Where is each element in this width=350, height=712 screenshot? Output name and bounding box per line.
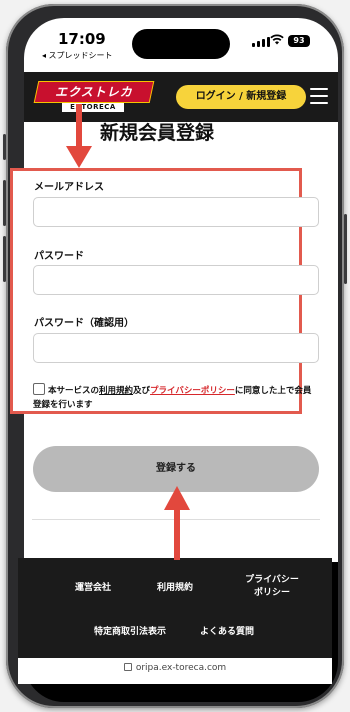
logo-wordmark: エクストレカ xyxy=(33,81,155,103)
login-register-button[interactable]: ログイン / 新規登録 xyxy=(176,85,306,109)
annotation-arrow-up xyxy=(164,486,190,560)
footer-link-faq[interactable]: よくある質問 xyxy=(184,624,270,637)
agreement-and: 及び xyxy=(133,386,151,396)
status-time: 17:09 xyxy=(58,30,106,48)
agreement-prefix: 本サービスの xyxy=(48,386,100,396)
page-title: 新規会員登録 xyxy=(99,122,214,144)
cellular-signal-icon xyxy=(252,37,270,47)
browser-address-bar[interactable]: oripa.ex-toreca.com xyxy=(18,658,332,684)
annotation-arrow-down xyxy=(66,104,92,168)
privacy-policy-link[interactable]: プライバシーポリシー xyxy=(150,386,235,396)
terms-link[interactable]: 利用規約 xyxy=(99,386,133,396)
site-logo[interactable]: エクストレカ EXTORECA xyxy=(33,81,155,113)
password-field[interactable] xyxy=(33,265,319,295)
password-confirm-field[interactable] xyxy=(33,333,319,363)
wifi-icon xyxy=(270,34,284,48)
email-label: メールアドレス xyxy=(34,182,104,193)
email-field[interactable] xyxy=(33,197,319,227)
volume-up-button xyxy=(3,180,6,226)
hamburger-menu-icon[interactable] xyxy=(310,88,328,104)
status-bar: 17:09 ◂ スプレッドシート 93 xyxy=(24,18,338,72)
footer-link-privacy[interactable]: プライバシー ポリシー xyxy=(232,574,312,600)
footer-link-company[interactable]: 運営会社 xyxy=(58,580,128,593)
agreement-checkbox[interactable] xyxy=(33,383,45,395)
volume-down-button xyxy=(3,236,6,282)
lock-icon xyxy=(123,663,132,671)
power-button xyxy=(344,214,347,284)
footer-link-commerce-law[interactable]: 特定商取引法表示 xyxy=(80,624,180,637)
agreement-row: 本サービスの利用規約及びプライバシーポリシーに同意した上で会員登録を行います xyxy=(33,383,319,412)
back-to-app-link[interactable]: ◂ スプレッドシート xyxy=(42,50,113,61)
password-label: パスワード xyxy=(34,251,84,262)
footer-link-terms[interactable]: 利用規約 xyxy=(140,580,210,593)
dynamic-island xyxy=(132,29,230,59)
battery-icon: 93 xyxy=(288,35,310,47)
site-footer: 運営会社 利用規約 プライバシー ポリシー 特定商取引法表示 よくある質問 xyxy=(18,558,332,660)
password-confirm-label: パスワード（確認用） xyxy=(34,318,134,329)
browser-url: oripa.ex-toreca.com xyxy=(18,663,332,673)
